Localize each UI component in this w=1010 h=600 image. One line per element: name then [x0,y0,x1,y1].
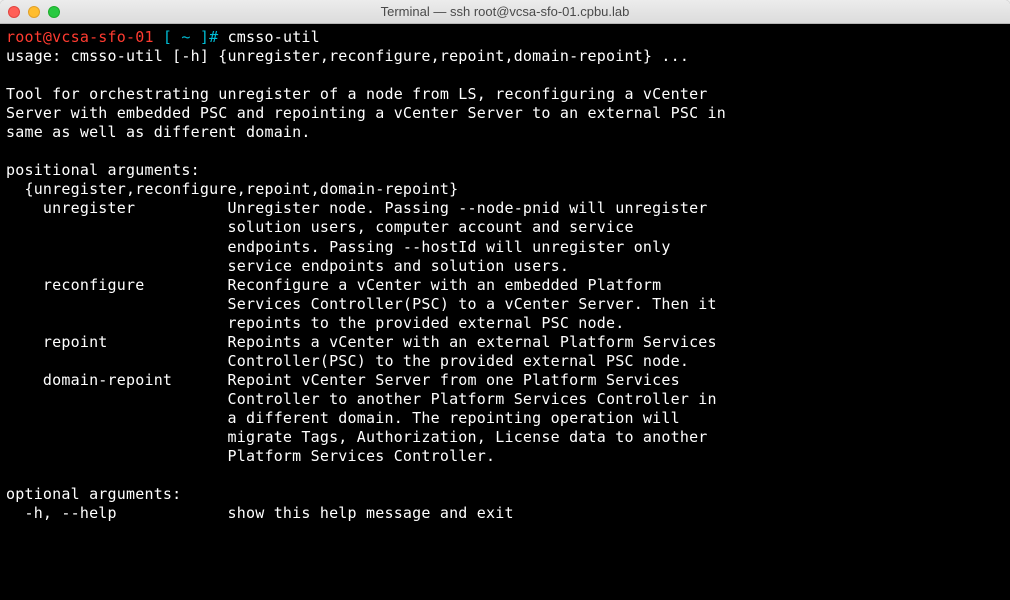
close-icon[interactable] [8,6,20,18]
terminal-output: usage: cmsso-util [-h] {unregister,recon… [6,47,726,522]
maximize-icon[interactable] [48,6,60,18]
prompt-user-host: root@vcsa-sfo-01 [6,28,154,46]
minimize-icon[interactable] [28,6,40,18]
traffic-lights [8,6,60,18]
prompt-command: cmsso-util [228,28,320,46]
prompt-path: ~ [181,28,190,46]
titlebar[interactable]: Terminal — ssh root@vcsa-sfo-01.cpbu.lab [0,0,1010,24]
terminal-body[interactable]: root@vcsa-sfo-01 [ ~ ]# cmsso-util usage… [0,24,1010,600]
terminal-window: Terminal — ssh root@vcsa-sfo-01.cpbu.lab… [0,0,1010,600]
prompt-rbracket: ]# [191,28,228,46]
window-title: Terminal — ssh root@vcsa-sfo-01.cpbu.lab [0,4,1010,19]
prompt-lbracket: [ [154,28,182,46]
